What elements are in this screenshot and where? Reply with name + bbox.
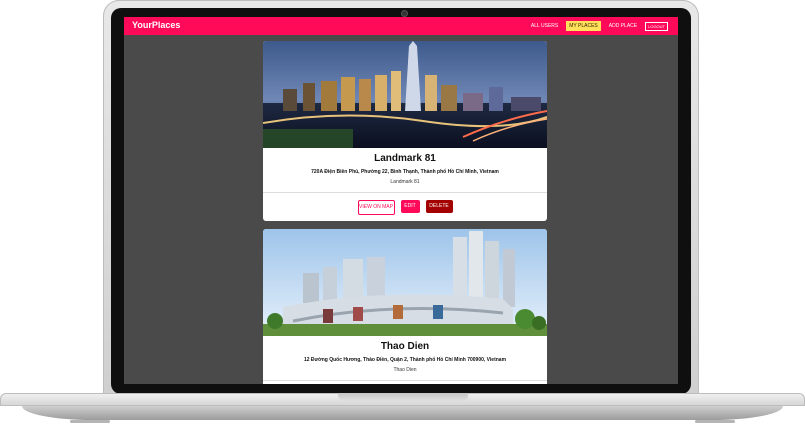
- place-card: Thao Dien 12 Đường Quốc Hương, Thảo Điền…: [263, 229, 547, 384]
- top-navbar: YourPlaces ALL USERS MY PLACES ADD PLACE…: [124, 17, 678, 35]
- camera-icon: [402, 11, 407, 16]
- laptop-base-bottom: [22, 406, 783, 420]
- place-card-body: Landmark 81 720A Điện Biên Phủ, Phường 2…: [263, 148, 547, 215]
- divider: [263, 192, 547, 193]
- laptop-foot-right: [695, 420, 735, 423]
- edit-button[interactable]: EDIT: [400, 200, 420, 213]
- laptop-foot-left: [70, 420, 110, 423]
- logout-button[interactable]: LOGOUT: [645, 21, 668, 31]
- view-on-map-button[interactable]: VIEW ON MAP: [357, 200, 395, 215]
- place-address: 720A Điện Biên Phủ, Phường 22, Bình Thạn…: [311, 169, 499, 175]
- nav-add-place[interactable]: ADD PLACE: [609, 23, 637, 29]
- place-image-thao-dien: [263, 229, 547, 336]
- place-card-body: Thao Dien 12 Đường Quốc Hương, Thảo Điền…: [263, 336, 547, 381]
- nav-all-users[interactable]: ALL USERS: [531, 23, 558, 29]
- place-title: Thao Dien: [380, 341, 430, 352]
- divider: [263, 380, 547, 381]
- laptop-notch: [338, 393, 468, 401]
- place-description: Landmark 81: [390, 179, 420, 185]
- nav-my-places[interactable]: MY PLACES: [566, 21, 601, 31]
- place-card: Landmark 81 720A Điện Biên Phủ, Phường 2…: [263, 41, 547, 221]
- place-image-landmark-81: [263, 41, 547, 148]
- delete-button[interactable]: DELETE: [425, 200, 453, 213]
- brand-logo[interactable]: YourPlaces: [132, 20, 180, 30]
- place-address: 12 Đường Quốc Hương, Thảo Điền, Quận 2, …: [303, 357, 507, 363]
- app-screen: YourPlaces ALL USERS MY PLACES ADD PLACE…: [124, 17, 678, 384]
- place-actions: VIEW ON MAP EDIT DELETE: [263, 200, 547, 215]
- place-description: Thao Dien: [393, 367, 417, 373]
- place-title: Landmark 81: [374, 153, 436, 164]
- main-nav: ALL USERS MY PLACES ADD PLACE LOGOUT: [531, 17, 668, 35]
